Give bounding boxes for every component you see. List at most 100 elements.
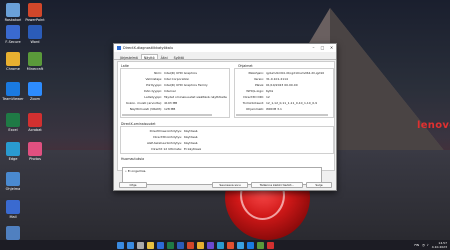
info-key: Piirityyppi: bbox=[146, 83, 162, 87]
taskbar-app-icon[interactable] bbox=[176, 241, 184, 249]
drivers-scrollbar[interactable] bbox=[236, 114, 328, 116]
taskbar-app-icon[interactable] bbox=[186, 241, 194, 249]
app-icon bbox=[6, 113, 20, 127]
info-key: DAC-tyyppi: bbox=[144, 89, 162, 93]
desktop-icon[interactable]: Roskakori bbox=[2, 3, 24, 22]
info-value: 12_1,12_0,11_1,11_0,10_1,10_0,9 bbox=[266, 101, 317, 105]
app-icon bbox=[6, 142, 20, 156]
desktop-icon-label: TeamViewer bbox=[2, 97, 24, 101]
info-row: Versio: 31.0.101.2114 bbox=[236, 77, 288, 81]
desktop-icon-label: Word bbox=[30, 40, 40, 44]
taskbar bbox=[0, 240, 450, 250]
info-key: Direct3D-kiihdytys: bbox=[153, 135, 182, 139]
info-key: Ohjainmalli: bbox=[246, 107, 264, 111]
desktop-icon[interactable]: PowerPoint bbox=[24, 3, 46, 22]
app-icon bbox=[28, 113, 42, 127]
info-key: WHQL-logo: bbox=[246, 89, 264, 93]
taskbar-app-icon[interactable] bbox=[136, 241, 144, 249]
info-key: DirectX 12 Ultimate: bbox=[151, 147, 182, 151]
taskbar-app-icon[interactable] bbox=[146, 241, 154, 249]
info-row: Valmistaja: Intel Corporation bbox=[122, 77, 189, 81]
info-value: 01/10/2023 00.00.00 bbox=[266, 83, 298, 87]
info-value: Intel(R) UHD Graphics bbox=[164, 71, 197, 75]
window-titlebar[interactable]: DirectX-diagnostiikkatyökalu – □ ✕ bbox=[114, 44, 336, 52]
info-row: Päivä: 01/10/2023 00.00.00 bbox=[236, 83, 298, 87]
info-key: Näyttömuisti (VRAM): bbox=[129, 107, 162, 111]
desktop-icon[interactable]: Acrobat bbox=[24, 113, 46, 132]
help-button[interactable]: Ohje bbox=[119, 182, 147, 188]
desktop-icon[interactable]: Edge bbox=[2, 142, 24, 161]
tab-sound[interactable]: Ääni bbox=[158, 54, 171, 60]
desktop-icon[interactable]: TeamViewer bbox=[2, 82, 24, 101]
tab-system[interactable]: Järjestelmä bbox=[117, 54, 141, 60]
taskbar-app-icon[interactable] bbox=[246, 241, 254, 249]
device-scrollbar[interactable] bbox=[122, 114, 212, 116]
next-page-button[interactable]: Seuraava sivu bbox=[212, 182, 248, 188]
info-value: Kyllä bbox=[266, 89, 274, 93]
info-row: Laitetyyppi: Täydet ominaisuudet sisältäv… bbox=[122, 95, 227, 99]
taskbar-app-icon[interactable] bbox=[266, 241, 274, 249]
taskbar-app-icon[interactable] bbox=[256, 241, 264, 249]
start-button[interactable] bbox=[116, 241, 124, 249]
desktop-icon[interactable]: Photos bbox=[24, 142, 46, 161]
desktop-icon[interactable]: Word bbox=[24, 25, 46, 44]
info-value: Internal bbox=[164, 89, 176, 93]
info-row: Direct3D DDI: 12 bbox=[236, 95, 270, 99]
maximize-button[interactable]: □ bbox=[318, 44, 327, 52]
info-row: Pääohjain: igdumdim64.dll,igd10iumd64.dll… bbox=[236, 71, 324, 75]
desktop-icon[interactable]: F-Secure bbox=[2, 25, 24, 44]
info-row: Nimi: Intel(R) UHD Graphics bbox=[122, 71, 197, 75]
tab-input[interactable]: Syöttö bbox=[171, 54, 187, 60]
desktop-icon[interactable]: Chrome bbox=[2, 52, 24, 71]
info-value: 31.0.101.2114 bbox=[266, 77, 288, 81]
wallpaper-pyramid-shade bbox=[330, 8, 450, 158]
display-tab-panel: Laite Ohjaimet Nimi: Intel(R) UHD Graphic… bbox=[117, 61, 335, 171]
taskbar-app-icon[interactable] bbox=[206, 241, 214, 249]
info-key: DirectDraw-kiihdytys: bbox=[149, 129, 182, 133]
info-row: Ohjainmalli: WDDM 3.1 bbox=[236, 107, 282, 111]
minimize-button[interactable]: – bbox=[309, 44, 318, 52]
window-title: DirectX-diagnostiikkatyökalu bbox=[123, 46, 174, 50]
info-key: Direct3D DDI: bbox=[243, 95, 264, 99]
tab-display[interactable]: Näyttö bbox=[140, 54, 158, 60]
taskbar-app-icon[interactable] bbox=[226, 241, 234, 249]
desktop-icon[interactable]: Zoom bbox=[24, 82, 46, 101]
info-key: Versio: bbox=[253, 77, 264, 81]
desktop-icon[interactable]: Ohjelma bbox=[2, 172, 24, 191]
taskbar-app-icon[interactable] bbox=[196, 241, 204, 249]
desktop-icon-label: Ohjelma bbox=[5, 187, 21, 191]
info-value: 4193 MB bbox=[164, 101, 178, 105]
language-indicator[interactable]: FIN bbox=[414, 243, 419, 247]
desktop-icon-label: F-Secure bbox=[5, 40, 21, 44]
taskbar-app-icon[interactable] bbox=[236, 241, 244, 249]
desktop-icon[interactable]: Mail bbox=[2, 200, 24, 219]
exit-button[interactable]: Sulje bbox=[306, 182, 332, 188]
taskbar-app-icon[interactable] bbox=[166, 241, 174, 249]
app-icon bbox=[28, 52, 42, 66]
notes-text: Ei ongelmia. bbox=[127, 169, 147, 173]
wifi-icon[interactable]: ◔ bbox=[422, 243, 425, 247]
info-value: Käytössä bbox=[184, 129, 198, 133]
desktop-icon-label: Roskakori bbox=[4, 18, 22, 22]
save-all-info-button[interactable]: Tallenna kaikki tiedot... bbox=[251, 182, 303, 188]
info-row: Näyttömuisti (VRAM): 128 MB bbox=[122, 107, 176, 111]
app-icon bbox=[6, 82, 20, 96]
info-row: Toimintotasot: 12_1,12_0,11_1,11_0,10_1,1… bbox=[236, 101, 317, 105]
taskbar-app-icon[interactable] bbox=[156, 241, 164, 249]
app-icon bbox=[6, 172, 20, 186]
info-value: WDDM 3.1 bbox=[266, 107, 282, 111]
desktop-icon[interactable]: Minecraft bbox=[24, 52, 46, 71]
desktop-icon-label: Edge bbox=[8, 157, 18, 161]
desktop-icon-label: Chrome bbox=[6, 67, 20, 71]
info-row: Direct3D-kiihdytys: Käytössä bbox=[122, 135, 197, 139]
info-row: Kokon. muisti (arviolta): 4193 MB bbox=[122, 101, 177, 105]
info-key: Laitetyyppi: bbox=[144, 95, 162, 99]
close-button[interactable]: ✕ bbox=[327, 44, 336, 52]
volume-icon[interactable]: ♪ bbox=[427, 243, 429, 247]
taskbar-app-icon[interactable] bbox=[126, 241, 134, 249]
app-icon bbox=[28, 82, 42, 96]
clock[interactable]: 14.57 4.10.2023 bbox=[432, 241, 447, 249]
info-value: 12 bbox=[266, 95, 270, 99]
desktop-icon[interactable]: Excel bbox=[2, 113, 24, 132]
taskbar-app-icon[interactable] bbox=[216, 241, 224, 249]
